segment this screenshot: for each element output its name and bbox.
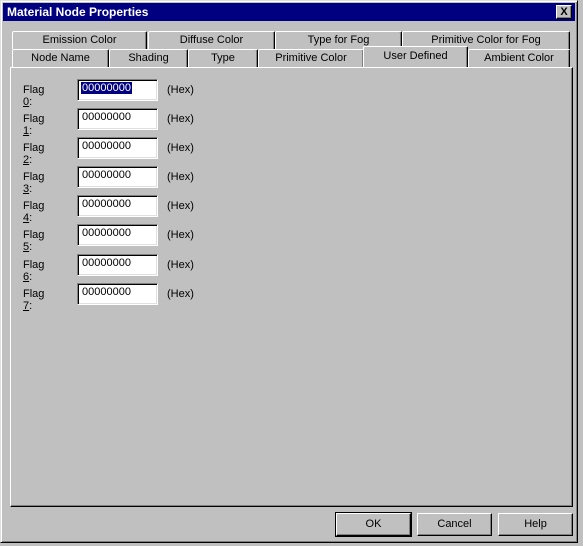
tab-label: Type <box>211 52 235 64</box>
flag-value: 00000000 <box>82 140 131 152</box>
flag-label: Flag 4: <box>23 200 44 224</box>
flag-6-input[interactable]: 00000000 <box>77 254 158 276</box>
tab-label: Shading <box>128 52 169 64</box>
flag-label-prefix: Flag <box>23 84 45 96</box>
hex-unit-label: (Hex) <box>167 171 194 183</box>
tab-ambient-color[interactable]: Ambient Color <box>468 49 570 67</box>
hex-unit-label: (Hex) <box>167 84 194 96</box>
material-node-properties-dialog: Material Node Properties X Emission Colo… <box>0 0 578 543</box>
tab-label: Type for Fog <box>307 34 370 46</box>
flag-value: 00000000 <box>82 111 131 123</box>
flag-label-suffix: : <box>29 271 33 283</box>
close-icon: X <box>560 6 568 18</box>
flag-label-prefix: Flag <box>23 142 45 154</box>
hex-unit-label: (Hex) <box>167 288 194 300</box>
hex-unit-label: (Hex) <box>167 259 194 271</box>
flag-5-input[interactable]: 00000000 <box>77 224 158 246</box>
tab-type[interactable]: Type <box>188 49 258 67</box>
flag-label-prefix: Flag <box>23 288 45 300</box>
flag-1-input[interactable]: 00000000 <box>77 108 158 130</box>
flag-value: 00000000 <box>82 198 131 210</box>
hex-unit-label: (Hex) <box>167 200 194 212</box>
tab-shading[interactable]: Shading <box>109 49 188 67</box>
hex-unit-label: (Hex) <box>167 142 194 154</box>
flag-label-suffix: : <box>29 154 33 166</box>
ok-button[interactable]: OK <box>335 512 412 537</box>
flag-label: Flag 1: <box>23 113 44 137</box>
close-button[interactable]: X <box>556 5 572 19</box>
flag-label: Flag 7: <box>23 288 44 312</box>
tab-label: Node Name <box>31 52 90 64</box>
flag-label-suffix: : <box>29 125 33 137</box>
flag-label: Flag 2: <box>23 142 44 166</box>
flag-value: 00000000 <box>82 227 131 239</box>
tab-node-name[interactable]: Node Name <box>12 49 109 67</box>
tab-primitive-color[interactable]: Primitive Color <box>258 49 364 67</box>
flag-label: Flag 5: <box>23 229 44 253</box>
flag-0-input[interactable]: 00000000 <box>77 79 158 101</box>
hex-unit-label: (Hex) <box>167 113 194 125</box>
flag-label-prefix: Flag <box>23 171 45 183</box>
flag-value: 00000000 <box>82 286 131 298</box>
flag-4-input[interactable]: 00000000 <box>77 195 158 217</box>
help-button[interactable]: Help <box>498 513 573 536</box>
tab-emission-color[interactable]: Emission Color <box>12 31 147 49</box>
flag-label: Flag 3: <box>23 171 44 195</box>
flag-7-input[interactable]: 00000000 <box>77 283 158 305</box>
window-title: Material Node Properties <box>7 5 149 19</box>
flag-label-prefix: Flag <box>23 259 45 271</box>
flag-label-suffix: : <box>29 96 33 108</box>
flag-value: 00000000 <box>82 257 131 269</box>
flag-2-input[interactable]: 00000000 <box>77 137 158 159</box>
flag-label-prefix: Flag <box>23 229 45 241</box>
flag-label-prefix: Flag <box>23 200 45 212</box>
flag-label-suffix: : <box>29 183 33 195</box>
flag-label-suffix: : <box>29 241 33 253</box>
flag-3-input[interactable]: 00000000 <box>77 166 158 188</box>
flag-label: Flag 0: <box>23 84 44 108</box>
flag-label-prefix: Flag <box>23 113 45 125</box>
tab-diffuse-color[interactable]: Diffuse Color <box>148 31 275 49</box>
flag-value: 00000000 <box>82 169 131 181</box>
user-defined-panel: Flag 0: 00000000 (Hex) Flag 1: 00000000 (Hex)… <box>10 67 573 507</box>
tab-label: User Defined <box>383 50 448 62</box>
flag-value: 00000000 <box>80 81 133 95</box>
tab-label: Primitive Color <box>275 52 347 64</box>
flag-label: Flag 6: <box>23 259 44 283</box>
tab-user-defined[interactable]: User Defined <box>363 46 468 67</box>
cancel-button[interactable]: Cancel <box>417 513 492 536</box>
tab-label: Emission Color <box>42 34 117 46</box>
hex-unit-label: (Hex) <box>167 229 194 241</box>
tab-label: Primitive Color for Fog <box>431 34 541 46</box>
flag-label-suffix: : <box>29 300 33 312</box>
title-bar[interactable]: Material Node Properties X <box>3 3 575 21</box>
tab-label: Ambient Color <box>484 52 554 64</box>
tab-label: Diffuse Color <box>179 34 244 46</box>
flag-label-suffix: : <box>29 212 33 224</box>
